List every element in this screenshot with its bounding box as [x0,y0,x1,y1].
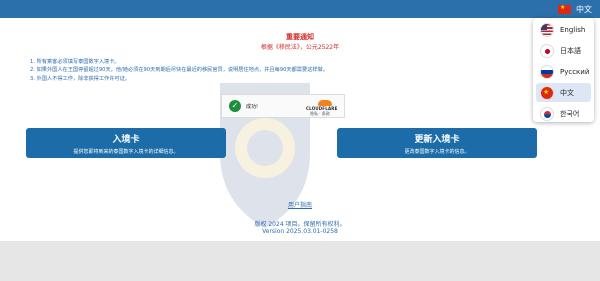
rule-item: 1. 所有乘客必须填写泰国数字入境卡。 [30,59,120,65]
notice-title: 重要通知 [286,33,314,41]
ru-flag-icon [540,64,554,79]
renew-card-desc: 更改泰国数字入境卡的信息。 [404,149,470,155]
language-option-ru[interactable]: Русский [536,62,591,81]
jp-flag-icon [540,43,554,58]
language-switcher[interactable]: ★ 中文 [558,2,592,16]
version-text: Version 2025.03.01-0258 [262,228,338,235]
user-guide-link[interactable]: 用户指南 [288,202,312,209]
language-option-label: 中文 [560,88,574,97]
success-check-icon: ✓ [229,100,241,112]
cloudflare-captcha-widget[interactable]: ✓ 成功! CLOUDFLARE 隐私 · 条款 [221,94,345,118]
language-option-label: Русский [560,67,590,76]
language-option-label: 日本語 [560,46,581,55]
language-option-ja[interactable]: 日本語 [536,41,591,60]
captcha-status: 成功! [246,104,259,110]
rule-item: 2. 如果外国人在王国停留超过90天，他/她必须在90天到期后尽快在最近的移民官… [30,67,328,74]
language-option-label: English [560,25,586,34]
rule-item: 3. 外国人不得工作，除非获得工作许可证。 [30,75,130,82]
top-bar: ★ 中文 [0,0,600,18]
guide-row: 用户指南 [0,200,600,209]
language-option-ko[interactable]: 한국어 [536,104,591,123]
language-dropdown-menu: English 日本語 Русский ★ 中文 한국어 [533,18,594,122]
main-content: 重要通知 根据《移民法》，公元2522年 1. 所有乘客必须填写泰国数字入境卡。… [0,18,600,241]
captcha-privacy-terms-links[interactable]: 隐私 · 条款 [310,111,330,117]
entry-card-button[interactable]: 入境卡 提供您即将到来的泰国数字入境卡的详细信息。 [26,128,226,158]
renew-card-button[interactable]: 更新入境卡 更改泰国数字入境卡的信息。 [337,128,537,158]
language-option-en[interactable]: English [536,20,591,39]
entry-card-desc: 提供您即将到来的泰国数字入境卡的详细信息。 [73,149,179,155]
current-language-label: 中文 [576,4,592,14]
cn-flag-icon: ★ [558,4,571,14]
renew-card-title: 更新入境卡 [414,135,460,145]
copyright-text: 版权 2024 项目。保留所有权利。 [254,221,346,228]
us-flag-icon [540,22,554,37]
language-option-zh[interactable]: ★ 中文 [536,83,591,102]
entry-card-title: 入境卡 [112,135,140,145]
language-option-label: 한국어 [560,109,580,118]
rules-list: 1. 所有乘客必须填写泰国数字入境卡。 2. 如果外国人在王国停留超过90天，他… [30,58,500,83]
cn-flag-icon: ★ [540,85,554,100]
notice-subtitle: 根据《移民法》，公元2522年 [260,44,340,51]
kr-flag-icon [540,106,554,121]
